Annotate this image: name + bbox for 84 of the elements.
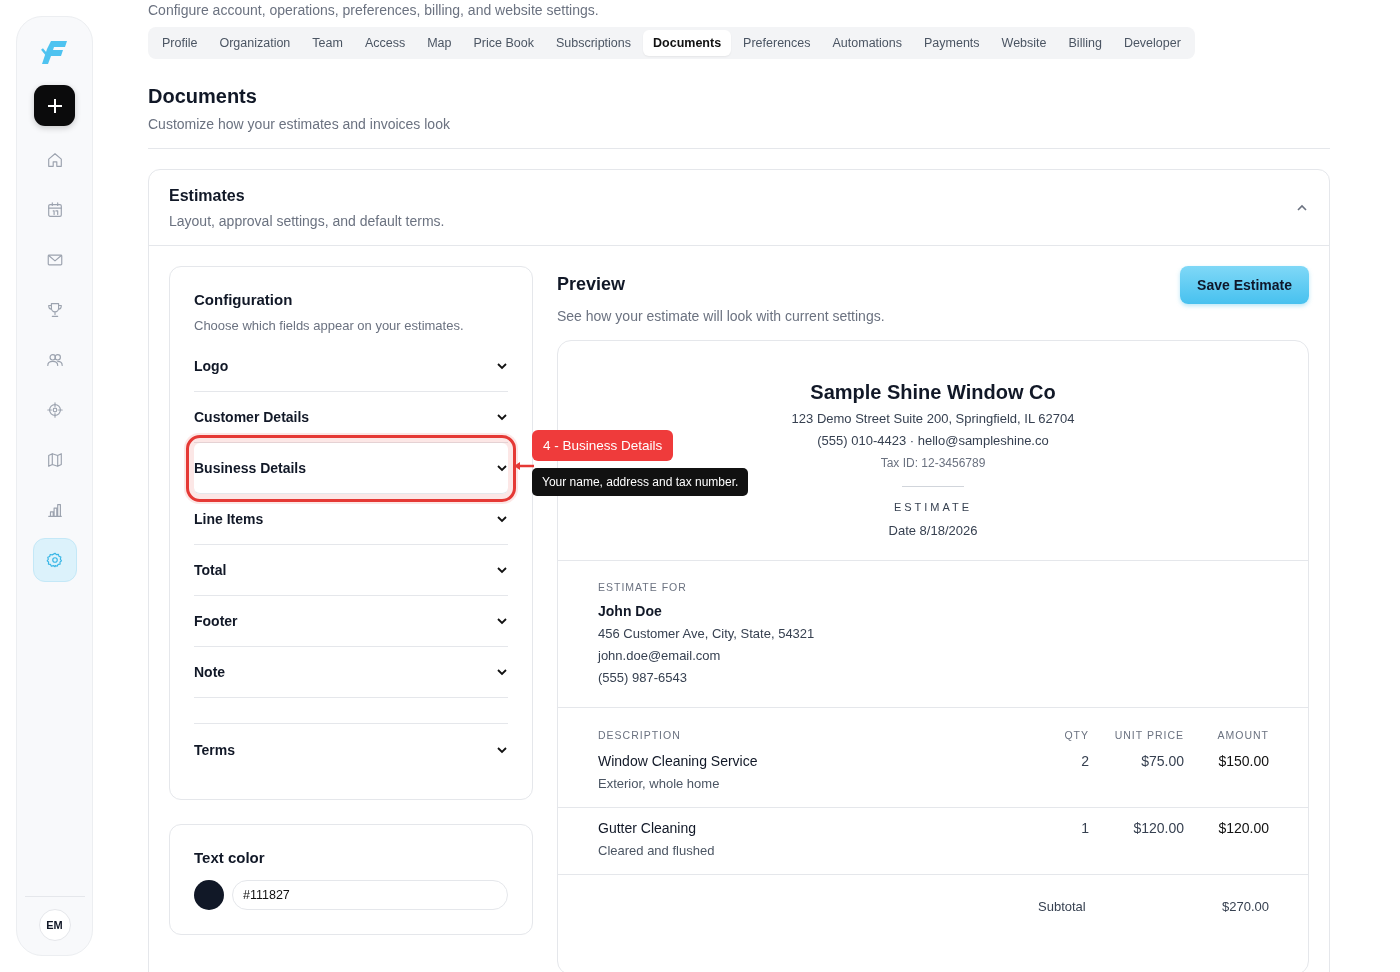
configuration-title: Configuration [194, 291, 294, 308]
tab[interactable]: Automations [822, 30, 912, 56]
tab[interactable]: Access [354, 30, 416, 56]
tab[interactable]: Website [991, 30, 1057, 56]
tax-id: Tax ID: 12-3456789 [880, 456, 986, 470]
chevron-down-icon [496, 666, 508, 678]
section-title: Estimates [169, 187, 246, 205]
field-toggle-row[interactable]: Logo [194, 341, 508, 392]
chevron-down-icon [496, 411, 508, 423]
tab[interactable]: Map [417, 30, 462, 56]
tab[interactable]: Developer [1113, 30, 1191, 56]
column-header: DESCRIPTION [598, 729, 682, 741]
preview-subtitle: See how your estimate will look with current settings. [557, 308, 886, 324]
tab[interactable]: Subscriptions [545, 30, 641, 56]
tab[interactable]: Payments [914, 30, 990, 56]
item-description: Gutter Cleaning [598, 820, 698, 836]
document-type: ESTIMATE [893, 501, 973, 513]
column-header: UNIT PRICE [1113, 729, 1184, 741]
pointer-arrow-icon [514, 461, 534, 471]
item-unit-price: $75.00 [1140, 753, 1184, 771]
customer-name: John Doe [598, 603, 662, 619]
color-input-field[interactable]: #111827 [232, 880, 508, 910]
item-unit-price: $120.00 [1132, 820, 1184, 838]
item-amount: $120.00 [1217, 820, 1269, 838]
mail-icon [45, 251, 64, 269]
tab[interactable]: Organization [209, 30, 301, 56]
section-subtitle: Layout, approval settings, and default terms. [169, 213, 445, 229]
add-button[interactable] [34, 85, 75, 126]
field-toggle-row[interactable]: Footer [194, 596, 508, 647]
company-name: Sample Shine Window Co [810, 381, 1056, 404]
item-detail: Cleared and flushed [598, 843, 716, 858]
page-subtitle: Customize how your estimates and invoices look [148, 116, 451, 132]
crosshair-icon [45, 401, 64, 419]
tab[interactable]: Documents [643, 30, 732, 56]
item-quantity: 1 [1080, 820, 1089, 838]
field-toggle-row[interactable]: Line Items [194, 494, 508, 545]
column-header: AMOUNT [1216, 729, 1269, 741]
chart-icon [45, 501, 64, 519]
settings-icon [45, 551, 64, 569]
chevron-down-icon [496, 513, 508, 525]
company-contact: (555) 010-4423 · hello@sampleshine.co [817, 433, 1049, 448]
field-toggle-row[interactable]: Customer Details [194, 392, 508, 443]
column-header: QTY [1063, 729, 1089, 741]
document-date: Date 8/18/2026 [888, 523, 978, 538]
map-icon [45, 451, 64, 469]
tab[interactable]: Billing [1058, 30, 1112, 56]
customer-detail: 456 Customer Ave, City, State, 54321 [598, 626, 815, 641]
total-label: Subtotal [1038, 899, 1086, 914]
settings-subtitle: Configure account, operations, preferences, billing, and website settings. [148, 1, 600, 19]
page-title: Documents [148, 85, 258, 108]
tab[interactable]: Price Book [463, 30, 544, 56]
tab[interactable]: Profile [152, 30, 208, 56]
item-description: Window Cleaning Service [598, 753, 759, 769]
text-color-title: Text color [194, 849, 266, 866]
preview-title: Preview [557, 274, 626, 295]
color-swatch[interactable] [194, 880, 224, 910]
customer-detail: (555) 987-6543 [598, 670, 687, 685]
settings-nav-button[interactable] [32, 538, 77, 582]
item-amount: $150.00 [1217, 753, 1269, 771]
chevron-down-icon [496, 462, 508, 474]
bill-to-label: ESTIMATE FOR [598, 581, 687, 593]
callout-label: 4 - Business Details [532, 430, 674, 461]
item-quantity: 2 [1080, 753, 1089, 771]
field-toggle-row[interactable]: Note [194, 647, 508, 698]
customer-detail: john.doe@email.com [598, 648, 721, 663]
people-icon [45, 351, 64, 369]
total-value: $270.00 [1222, 899, 1269, 914]
plus-icon [45, 96, 64, 115]
user-avatar[interactable]: EM [38, 909, 71, 941]
tooltip: Your name, address and tax number. [532, 468, 749, 496]
tab[interactable]: Preferences [733, 30, 821, 56]
tab[interactable]: Team [302, 30, 353, 56]
save-button[interactable]: Save Estimate [1180, 266, 1309, 304]
company-address: 123 Demo Street Suite 200, Springfield, IL 62704 [791, 411, 1075, 426]
field-toggle-row[interactable]: Total [194, 545, 508, 596]
item-detail: Exterior, whole home [598, 776, 721, 791]
chevron-down-icon [496, 360, 508, 372]
field-toggle-row[interactable]: Terms [194, 724, 508, 775]
chevron-down-icon [496, 564, 508, 576]
home-icon [45, 151, 64, 169]
configuration-subtitle: Choose which fields appear on your estimates. [194, 318, 465, 333]
chevron-down-icon [496, 615, 508, 627]
trophy-icon [45, 301, 64, 319]
calendar-icon [45, 201, 64, 219]
